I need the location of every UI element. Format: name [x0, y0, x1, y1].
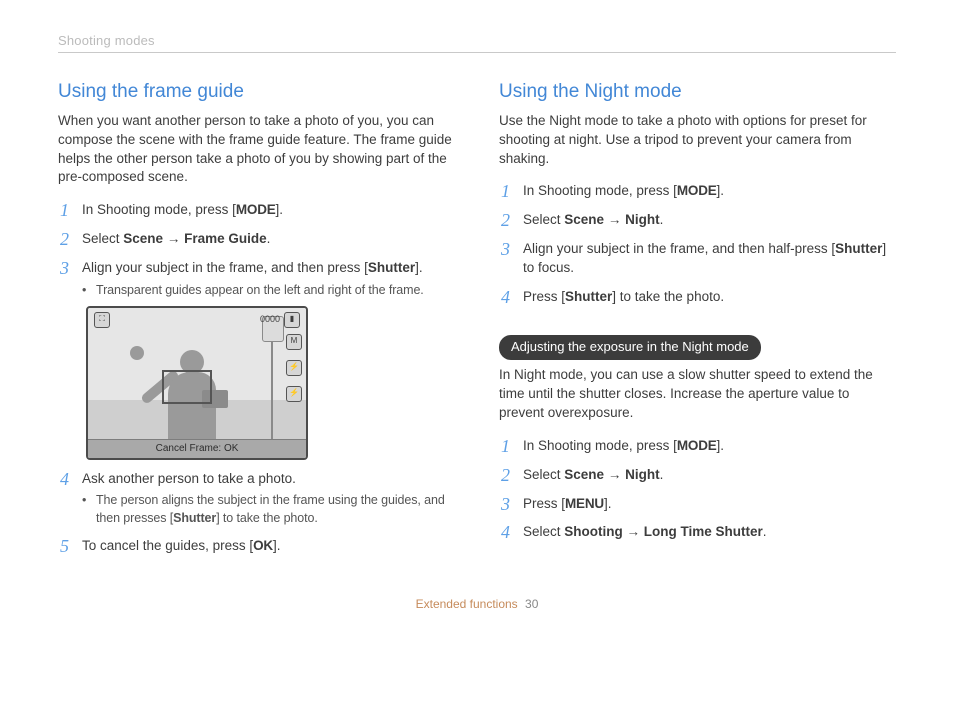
menu-button-label: MENU [565, 496, 604, 511]
step-3: Align your subject in the frame, and the… [499, 240, 896, 278]
step-text: In Shooting mode, press [ [82, 202, 236, 217]
step-5: To cancel the guides, press [OK]. [58, 537, 455, 556]
section-intro: When you want another person to take a p… [58, 112, 455, 188]
step-text: ]. [717, 438, 725, 453]
shot-counter: 0000 [260, 313, 280, 326]
step-text: ]. [273, 538, 281, 553]
menu-path-frame-guide: Frame Guide [184, 231, 267, 246]
menu-path-night: Night [625, 467, 660, 482]
arrow: → [623, 524, 644, 539]
shutter-button-label: Shutter [368, 260, 415, 275]
lcd-preview-illustration: ⛶ 0000 ▮ M ⚡ ⚡ Cancel Frame: OK [86, 306, 308, 460]
left-column: Using the frame guide When you want anot… [58, 79, 455, 566]
running-head: Shooting modes [58, 32, 896, 53]
step-text: Align your subject in the frame, and the… [523, 241, 835, 256]
lcd-cancel-bar: Cancel Frame: OK [88, 439, 306, 458]
step-text: . [660, 467, 664, 482]
step-text: ]. [604, 496, 612, 511]
lamp-post-icon [264, 316, 280, 442]
step-text: Align your subject in the frame, and the… [82, 260, 368, 275]
step-text: In Shooting mode, press [ [523, 183, 677, 198]
ok-button-label: OK [253, 538, 273, 553]
sub-bullet-list: The person aligns the subject in the fra… [82, 492, 455, 527]
step-4: Press [Shutter] to take the photo. [499, 288, 896, 307]
shutter-button-label: Shutter [565, 289, 612, 304]
page-footer: Extended functions 30 [58, 596, 896, 613]
step-text: Select [523, 467, 564, 482]
menu-path-long-time-shutter: Long Time Shutter [644, 524, 763, 539]
sub-bullet-list: Transparent guides appear on the left an… [82, 282, 455, 300]
step-1: In Shooting mode, press [MODE]. [499, 182, 896, 201]
mode-icon: ⛶ [94, 312, 110, 328]
lcd-side-icons: M ⚡ ⚡ [286, 334, 302, 402]
menu-path-scene: Scene [564, 467, 604, 482]
step-2: Select Scene → Night. [499, 211, 896, 230]
size-icon: M [286, 334, 302, 350]
step-text: Press [ [523, 289, 565, 304]
subsection-pill-heading: Adjusting the exposure in the Night mode [499, 335, 761, 360]
step-3: Press [MENU]. [499, 495, 896, 514]
shutter-button-label: Shutter [835, 241, 882, 256]
arrow: → [163, 231, 184, 246]
step-text: Select [523, 524, 564, 539]
step-text: ]. [276, 202, 284, 217]
flash-icon: ⚡ [286, 360, 302, 376]
flash-auto-icon: ⚡ [286, 386, 302, 402]
step-2: Select Scene → Night. [499, 466, 896, 485]
step-2: Select Scene → Frame Guide. [58, 230, 455, 249]
step-text: . [660, 212, 664, 227]
step-text: Press [ [523, 496, 565, 511]
step-text: ]. [717, 183, 725, 198]
step-text: In Shooting mode, press [ [523, 438, 677, 453]
lcd-top-icons: ⛶ 0000 ▮ [94, 312, 300, 328]
steps-night-mode: In Shooting mode, press [MODE]. Select S… [499, 182, 896, 306]
arrow: → [604, 212, 625, 227]
step-text: . [763, 524, 767, 539]
section-title-frame-guide: Using the frame guide [58, 79, 455, 106]
step-text: Select [523, 212, 564, 227]
step-1: In Shooting mode, press [MODE]. [58, 201, 455, 220]
step-4: Select Shooting → Long Time Shutter. [499, 523, 896, 542]
footer-page-number: 30 [525, 597, 538, 611]
sub-bullet: The person aligns the subject in the fra… [82, 492, 455, 527]
menu-path-shooting: Shooting [564, 524, 622, 539]
mode-button-label: MODE [236, 202, 276, 217]
mode-button-label: MODE [677, 438, 717, 453]
step-1: In Shooting mode, press [MODE]. [499, 437, 896, 456]
sub-text: ] to take the photo. [216, 511, 318, 525]
two-column-layout: Using the frame guide When you want anot… [58, 79, 896, 566]
step-text: To cancel the guides, press [ [82, 538, 253, 553]
right-column: Using the Night mode Use the Night mode … [499, 79, 896, 566]
page: Shooting modes Using the frame guide Whe… [0, 0, 954, 637]
menu-path-scene: Scene [123, 231, 163, 246]
step-3: Align your subject in the frame, and the… [58, 259, 455, 459]
step-text: Select [82, 231, 123, 246]
step-text: ] to take the photo. [612, 289, 724, 304]
sub-bullet: Transparent guides appear on the left an… [82, 282, 455, 300]
step-text: Ask another person to take a photo. [82, 471, 296, 486]
step-4: Ask another person to take a photo. The … [58, 470, 455, 528]
menu-path-night: Night [625, 212, 660, 227]
section-intro: Use the Night mode to take a photo with … [499, 112, 896, 169]
steps-frame-guide: In Shooting mode, press [MODE]. Select S… [58, 201, 455, 556]
subsection-intro: In Night mode, you can use a slow shutte… [499, 366, 896, 423]
arrow: → [604, 467, 625, 482]
focus-box-icon [162, 370, 212, 404]
step-text: ]. [415, 260, 423, 275]
shutter-button-label: Shutter [173, 511, 216, 525]
battery-icon: ▮ [284, 312, 300, 328]
step-text: . [267, 231, 271, 246]
steps-night-exposure: In Shooting mode, press [MODE]. Select S… [499, 437, 896, 543]
menu-path-scene: Scene [564, 212, 604, 227]
footer-section-name: Extended functions [416, 597, 518, 611]
mode-button-label: MODE [677, 183, 717, 198]
section-title-night-mode: Using the Night mode [499, 79, 896, 106]
